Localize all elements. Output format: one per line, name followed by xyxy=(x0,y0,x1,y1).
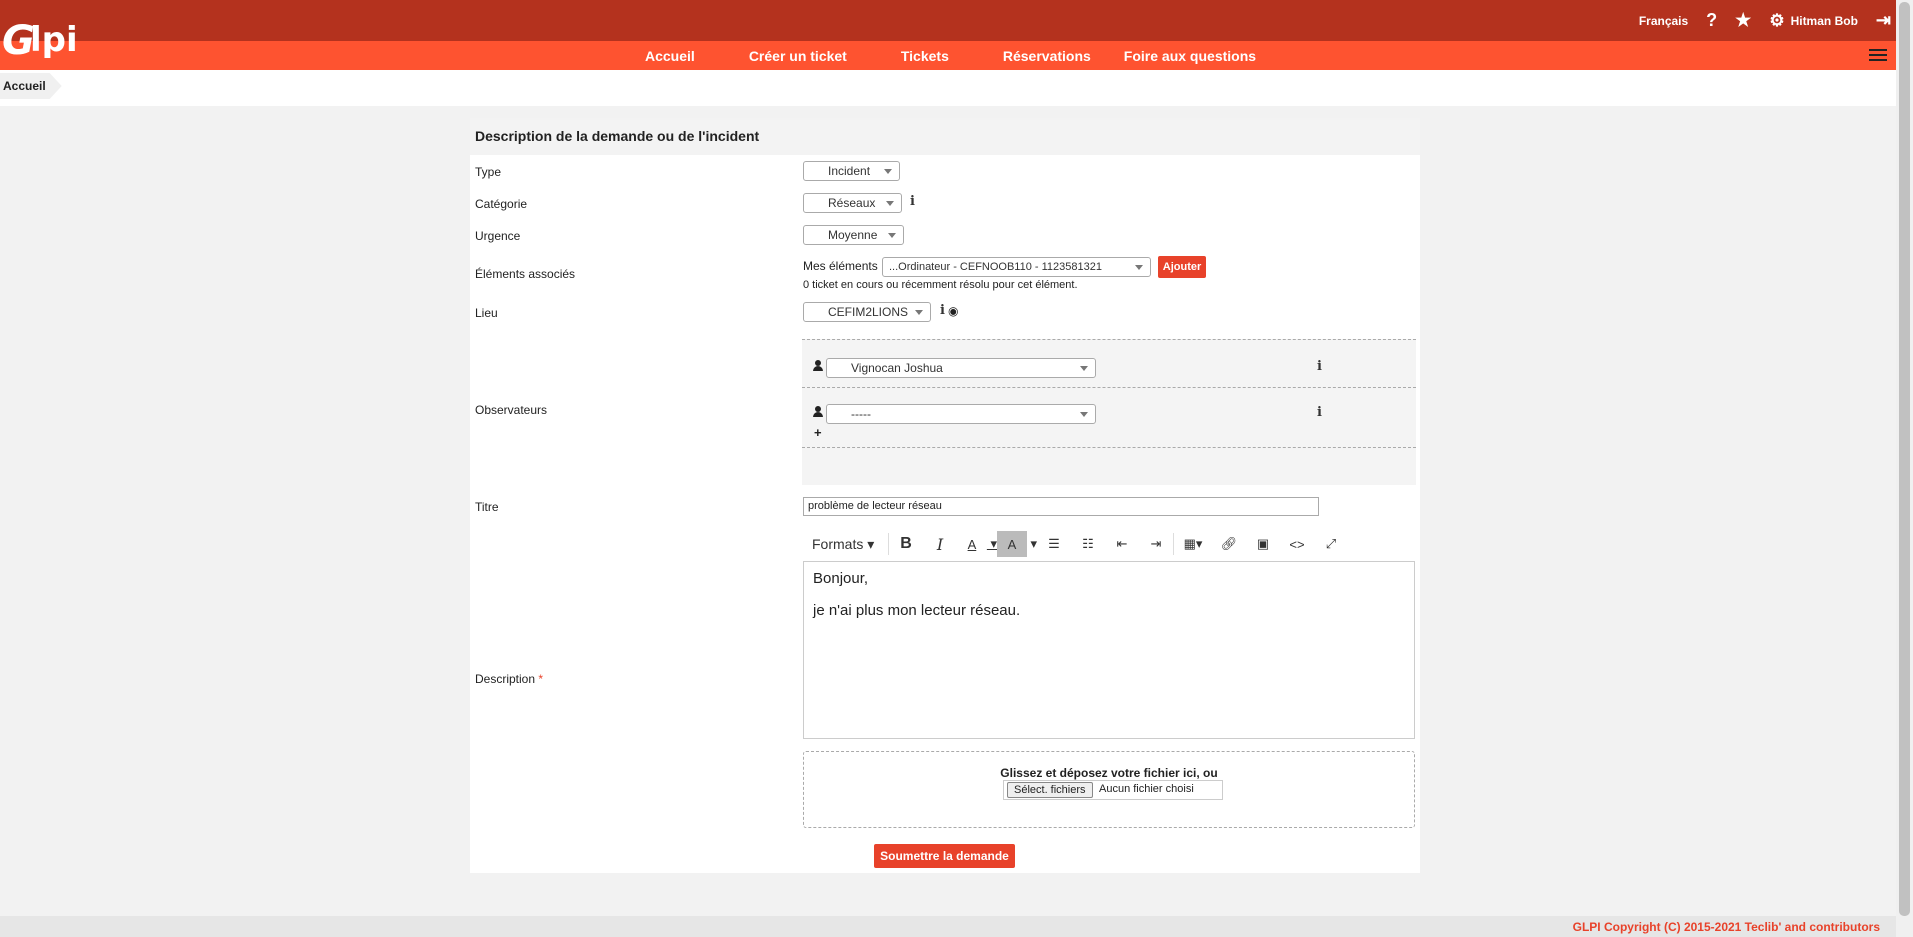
user-icon xyxy=(812,360,824,372)
user-menu[interactable]: ⚙ Hitman Bob xyxy=(1769,11,1858,31)
file-input[interactable]: Sélect. fichiers Aucun fichier choisi xyxy=(1003,780,1223,800)
titre-label: Titre xyxy=(475,500,499,514)
formats-dropdown[interactable]: Formats ▾ xyxy=(803,531,888,557)
main-nav: Accueil Créer un ticket Tickets Réservat… xyxy=(645,41,1289,70)
info-icon[interactable]: i xyxy=(1317,405,1322,420)
editor-line: je n'ai plus mon lecteur réseau. xyxy=(813,602,1021,619)
copyright-text[interactable]: GLPI Copyright (C) 2015-2021 Teclib' and… xyxy=(1573,920,1880,934)
footer: GLPI Copyright (C) 2015-2021 Teclib' and… xyxy=(0,916,1896,937)
lieu-select[interactable]: CEFIM2LIONS xyxy=(803,302,931,322)
observer-select-2[interactable]: ----- xyxy=(826,404,1096,424)
mes-elements-label: Mes éléments xyxy=(803,259,878,273)
breadcrumb-bar: Accueil xyxy=(0,70,1896,106)
file-dropzone[interactable]: Glissez et déposez votre fichier ici, ou… xyxy=(803,751,1415,828)
type-label: Type xyxy=(475,165,502,179)
bg-color-icon[interactable]: A ▾ xyxy=(997,531,1037,557)
logout-icon[interactable]: ⇥ xyxy=(1876,10,1891,31)
numbered-list-icon[interactable]: ☷ xyxy=(1071,531,1105,557)
required-marker: * xyxy=(538,672,544,686)
nav-item-faq[interactable]: Foire aux questions xyxy=(1124,48,1256,64)
question-icon[interactable]: ? xyxy=(1706,10,1717,31)
code-icon[interactable]: <> xyxy=(1280,531,1314,557)
gear-icon: ⚙ xyxy=(1769,10,1785,30)
type-select[interactable]: Incident xyxy=(803,161,900,181)
header-actions: Français ? ★ ⚙ Hitman Bob ⇥ xyxy=(1639,0,1891,41)
breadcrumb[interactable]: Accueil xyxy=(0,73,62,99)
bullet-list-icon[interactable]: ☰ xyxy=(1037,531,1071,557)
table-icon[interactable]: ▦▾ xyxy=(1174,531,1212,557)
add-observer-icon[interactable]: + xyxy=(814,425,822,440)
info-icon[interactable]: i xyxy=(1317,359,1322,374)
indent-icon[interactable]: ⇥ xyxy=(1139,531,1173,557)
user-icon xyxy=(812,406,824,418)
top-bar xyxy=(0,0,1896,41)
nav-item-creer-ticket[interactable]: Créer un ticket xyxy=(749,48,847,64)
titre-input[interactable]: problème de lecteur réseau xyxy=(803,497,1319,516)
outdent-icon[interactable]: ⇤ xyxy=(1105,531,1139,557)
editor-toolbar: Formats ▾ B I A ▾ A ▾ ☰ ☷ ⇤ ⇥ ▦▾ 🔗︎ ▣ <>… xyxy=(803,530,1348,558)
submit-button[interactable]: Soumettre la demande xyxy=(874,844,1015,868)
editor-line: Bonjour, xyxy=(813,570,869,587)
star-icon[interactable]: ★ xyxy=(1735,10,1751,31)
globe-icon[interactable]: ◉ xyxy=(948,304,958,318)
categorie-label: Catégorie xyxy=(475,197,528,211)
description-editor[interactable]: Bonjour, je n'ai plus mon lecteur réseau… xyxy=(803,561,1415,739)
info-icon[interactable]: i xyxy=(940,303,945,318)
scrollbar[interactable] xyxy=(1896,0,1913,937)
elements-note: 0 ticket en cours ou récemment résolu po… xyxy=(803,279,1078,291)
fullscreen-icon[interactable]: ⤢ xyxy=(1314,531,1348,557)
select-files-button[interactable]: Sélect. fichiers xyxy=(1007,782,1093,798)
lieu-label: Lieu xyxy=(475,306,498,320)
observer-select-1[interactable]: Vignocan Joshua xyxy=(826,358,1096,378)
info-icon[interactable]: i xyxy=(910,194,915,209)
nav-item-tickets[interactable]: Tickets xyxy=(901,48,949,64)
ajouter-button[interactable]: Ajouter xyxy=(1158,256,1206,278)
categorie-select[interactable]: Réseaux xyxy=(803,193,902,213)
urgence-select[interactable]: Moyenne xyxy=(803,225,904,245)
nav-item-accueil[interactable]: Accueil xyxy=(645,48,695,64)
observateurs-label: Observateurs xyxy=(475,403,548,417)
nav-item-reservations[interactable]: Réservations xyxy=(1003,48,1091,64)
user-name: Hitman Bob xyxy=(1790,13,1858,28)
elements-label: Éléments associés xyxy=(475,267,576,281)
image-icon[interactable]: ▣ xyxy=(1246,531,1280,557)
dropzone-text: Glissez et déposez votre fichier ici, ou xyxy=(1000,766,1218,780)
no-file-text: Aucun fichier choisi xyxy=(1099,783,1194,795)
link-icon[interactable]: 🔗︎ xyxy=(1212,531,1246,557)
glpi-logo[interactable]: Glpi xyxy=(0,8,92,64)
form-title: Description de la demande ou de l'incide… xyxy=(470,118,1420,155)
italic-icon[interactable]: I xyxy=(923,531,957,557)
elements-select[interactable]: ...Ordinateur - CEFNOOB110 - 1123581321 xyxy=(882,257,1151,277)
description-label: Description * xyxy=(475,672,544,686)
bold-icon[interactable]: B xyxy=(889,531,923,557)
hamburger-icon[interactable] xyxy=(1869,46,1887,64)
text-color-icon[interactable]: A ▾ xyxy=(957,531,997,557)
urgence-label: Urgence xyxy=(475,229,521,243)
language-selector[interactable]: Français xyxy=(1639,14,1688,28)
